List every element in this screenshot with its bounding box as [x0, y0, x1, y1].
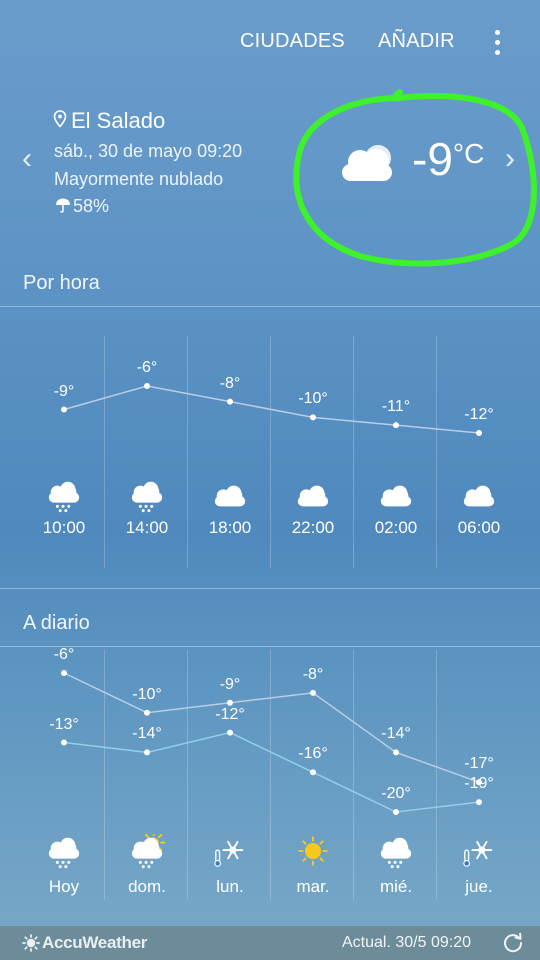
sun-cloud-snow-icon [131, 834, 166, 869]
snowflake-cold-icon [214, 840, 244, 867]
day-name-label: Hoy [48, 877, 80, 896]
snowflake-cold-icon [463, 840, 493, 867]
daily-high-point [310, 689, 316, 696]
daily-low-label: -19° [464, 775, 494, 793]
daily-low-label: -20° [381, 785, 411, 802]
sun-icon [298, 836, 328, 866]
day-name-label: jue. [465, 877, 493, 896]
daily-low-point [310, 769, 316, 776]
day-name-label: dom. [128, 877, 166, 896]
cloud-snow-icon [48, 837, 80, 869]
daily-low-label: -16° [298, 745, 328, 763]
footer-bar: AccuWeather Actual. 30/5 09:20 [0, 926, 540, 960]
accuweather-sun-icon [22, 934, 40, 952]
day-name-label: mar. [296, 877, 330, 896]
daily-low-point [144, 749, 150, 756]
daily-low-point [227, 729, 233, 736]
day-name-label: mié. [379, 877, 413, 896]
daily-low-point [61, 739, 67, 746]
daily-high-label: -17° [464, 755, 494, 773]
refresh-icon[interactable] [502, 932, 524, 954]
day-name-label: lun. [216, 877, 244, 896]
daily-low-point [476, 799, 482, 806]
daily-low-label: -14° [132, 725, 162, 743]
daily-high-label: -10° [132, 685, 162, 703]
daily-high-label: -9° [219, 675, 241, 693]
daily-high-label: -8° [302, 665, 324, 683]
accuweather-logo[interactable]: AccuWeather [42, 933, 147, 953]
last-updated-text: Actual. 30/5 09:20 [342, 934, 471, 951]
daily-high-point [61, 670, 67, 676]
cloud-snow-icon [380, 837, 412, 869]
daily-high-point [144, 709, 150, 716]
daily-low-point [393, 809, 399, 815]
daily-high-label: -6° [53, 646, 75, 663]
daily-low-label: -13° [49, 715, 79, 733]
daily-high-point [393, 749, 399, 756]
daily-temperature-graph [61, 670, 482, 815]
daily-low-label: -12° [215, 705, 245, 723]
daily-high-label: -14° [381, 725, 411, 743]
